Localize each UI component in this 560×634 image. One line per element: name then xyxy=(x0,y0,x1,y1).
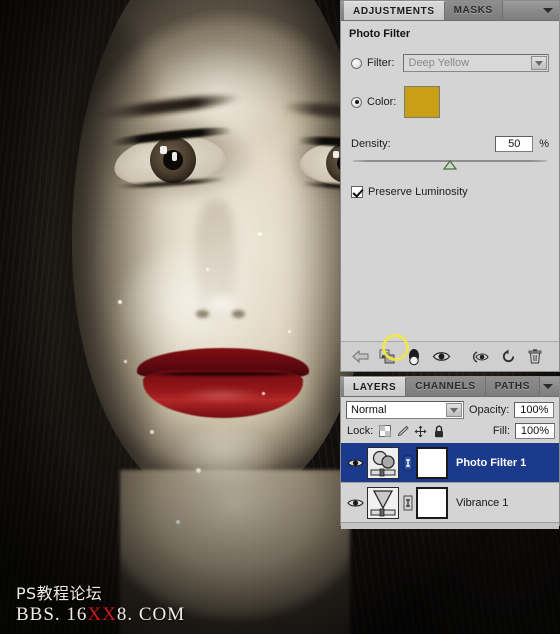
watermark-suffix: 8. COM xyxy=(116,603,186,625)
preserve-luminosity-label: Preserve Luminosity xyxy=(368,186,468,198)
layers-panel: LAYERS CHANNELS PATHS Normal Opacity: 10… xyxy=(340,376,560,529)
layer-mask-thumbnail[interactable] xyxy=(416,446,448,479)
watermark-line-2: BBS. 16XX8. COM xyxy=(16,604,185,626)
color-radio[interactable] xyxy=(351,96,362,108)
lock-label: Lock: xyxy=(347,425,374,437)
chevron-down-icon[interactable] xyxy=(543,8,553,13)
lock-all-padlock-icon[interactable] xyxy=(432,425,445,438)
photo-filter-controls: Filter: Deep Yellow Color: Density: 50 % xyxy=(341,40,559,198)
chevron-down-icon[interactable] xyxy=(446,403,462,417)
table-row[interactable]: Photo Filter 1 xyxy=(341,443,559,483)
blend-mode-select[interactable]: Normal xyxy=(346,401,464,419)
adjustments-tabbar: ADJUSTMENTS MASKS xyxy=(341,1,559,21)
opacity-input[interactable]: 100% xyxy=(514,402,555,418)
adjustments-panel: ADJUSTMENTS MASKS Photo Filter Filter: D… xyxy=(340,0,560,372)
color-row: Color: xyxy=(351,86,549,118)
color-swatch[interactable] xyxy=(404,86,441,118)
page-title: Photo Filter xyxy=(349,28,411,40)
link-layers-icon[interactable] xyxy=(402,455,413,471)
fill-label: Fill: xyxy=(492,425,510,437)
layer-mask-thumbnail[interactable] xyxy=(416,486,448,519)
filter-row: Filter: Deep Yellow xyxy=(351,54,549,72)
vibrance-adjustment-thumbnail[interactable] xyxy=(367,486,399,519)
fill-input[interactable]: 100% xyxy=(515,423,555,439)
density-input[interactable]: 50 xyxy=(495,136,534,152)
filter-select[interactable]: Deep Yellow xyxy=(402,54,549,72)
opacity-label: Opacity: xyxy=(469,404,510,416)
lock-image-pixels-brush-icon[interactable] xyxy=(396,425,410,438)
watermark-prefix: BBS. 16 xyxy=(16,603,88,625)
blend-mode-value: Normal xyxy=(351,404,387,416)
chevron-down-icon[interactable] xyxy=(543,384,553,389)
density-row: Density: 50 % xyxy=(351,136,549,152)
filter-radio[interactable] xyxy=(351,57,362,69)
lock-row: Lock: Fill: 100% xyxy=(341,422,559,443)
link-layers-icon[interactable] xyxy=(402,495,413,511)
watermark-line-1: PS教程论坛 xyxy=(16,583,103,603)
density-label: Density: xyxy=(351,138,391,150)
blend-mode-row: Normal Opacity: 100% xyxy=(341,397,559,422)
layer-visibility-eye-icon[interactable] xyxy=(343,497,367,509)
preview-previous-state-icon[interactable] xyxy=(470,346,492,368)
return-to-adjustment-list-arrow-icon[interactable] xyxy=(349,346,371,368)
expand-panel-view-icon[interactable] xyxy=(376,346,398,368)
table-row[interactable]: Vibrance 1 xyxy=(341,483,559,523)
tab-channels[interactable]: CHANNELS xyxy=(406,377,486,396)
color-label: Color: xyxy=(367,96,397,108)
layers-tabbar: LAYERS CHANNELS PATHS xyxy=(341,377,559,397)
tab-layers[interactable]: LAYERS xyxy=(344,377,407,396)
clip-to-layer-icon[interactable] xyxy=(403,346,425,368)
watermark-red-text: XX xyxy=(87,603,117,625)
watermark: PS教程论坛 BBS. 16XX8. COM xyxy=(16,583,185,626)
preserve-luminosity-checkbox[interactable] xyxy=(351,186,363,198)
reset-adjustment-icon[interactable] xyxy=(497,346,519,368)
layers-list-empty-area xyxy=(341,523,559,529)
layer-visibility-eye-icon[interactable] xyxy=(343,457,367,469)
density-slider[interactable] xyxy=(353,156,547,172)
density-unit: % xyxy=(539,138,549,150)
toggle-layer-visibility-eye-icon[interactable] xyxy=(430,346,452,368)
lock-position-move-icon[interactable] xyxy=(414,425,427,438)
layer-name: Vibrance 1 xyxy=(456,496,509,509)
chevron-down-icon[interactable] xyxy=(531,56,547,70)
filter-label: Filter: xyxy=(367,57,395,69)
tab-masks[interactable]: MASKS xyxy=(444,1,503,20)
photo-filter-adjustment-thumbnail[interactable] xyxy=(367,446,399,479)
filter-select-value: Deep Yellow xyxy=(408,57,470,69)
adjustments-toolbar xyxy=(341,341,559,371)
delete-adjustment-layer-icon[interactable] xyxy=(524,346,546,368)
tab-adjustments[interactable]: ADJUSTMENTS xyxy=(344,1,445,20)
layer-name: Photo Filter 1 xyxy=(456,456,527,469)
lock-transparent-pixels-icon[interactable] xyxy=(378,425,391,438)
density-slider-thumb[interactable] xyxy=(443,160,457,170)
tab-paths[interactable]: PATHS xyxy=(485,377,541,396)
preserve-luminosity-row[interactable]: Preserve Luminosity xyxy=(351,186,549,198)
photoshop-screenshot: PS教程论坛 BBS. 16XX8. COM ADJUSTMENTS MASKS… xyxy=(0,0,560,634)
